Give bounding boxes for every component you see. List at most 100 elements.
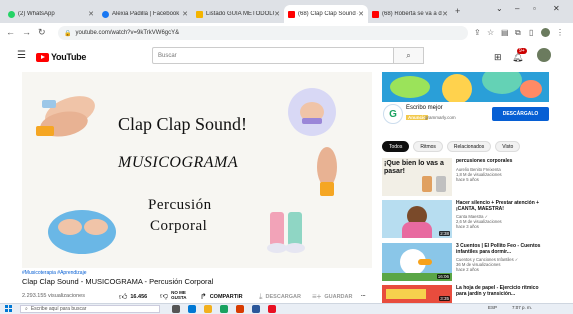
recommended-title: Hacer silencio + Prestar atención + ¡CAN… <box>456 200 540 212</box>
tab-label: (68) Clap Clap Sound - Mú... <box>298 11 358 17</box>
slide-line-3: Percusión <box>148 197 212 213</box>
more-actions-button[interactable]: ... <box>361 292 366 298</box>
windows-taskbar: ⌕ Escribe aquí para buscar ESP 7:07 p. m… <box>0 303 573 314</box>
save-label: GUARDAR <box>324 293 353 300</box>
clapping-hands-icon <box>36 96 95 137</box>
youtube-logo-text: YouTube <box>51 52 87 62</box>
puzzle-icon[interactable]: ⧉ <box>515 28 521 38</box>
youtube-icon <box>288 10 295 18</box>
recommended-video[interactable]: 3:35 La hoja de papel - Ejercicio rítmic… <box>382 285 549 303</box>
stomping-feet-icon <box>267 212 305 253</box>
app-icon[interactable] <box>268 305 276 313</box>
recommended-video[interactable]: 16:06 3 Cuentos | El Pollito Feo - Cuent… <box>382 243 549 281</box>
download-button[interactable]: ⤓ DESCARGAR <box>259 292 301 302</box>
clock[interactable]: 7:07 p. m. <box>512 305 532 310</box>
video-duration: 2:38 <box>439 231 450 236</box>
search-button[interactable]: ⌕ <box>394 47 424 64</box>
recommended-video[interactable]: ¡Que bien lo vas a pasar! percusiones co… <box>382 158 549 196</box>
video-thumbnail: 16:06 <box>382 243 452 281</box>
chip-related[interactable]: Relacionados <box>446 141 492 152</box>
share-page-icon[interactable]: ⇪ <box>474 28 481 37</box>
browser-tab[interactable]: Alexia Padilla | Facebook ✕ <box>98 5 192 23</box>
ad-url: grammarly.com <box>425 115 456 120</box>
language-indicator[interactable]: ESP <box>488 305 497 310</box>
youtube-play-icon <box>36 52 49 62</box>
ad-info: G Escribo mejor Anuncio grammarly.com DE… <box>382 104 549 128</box>
video-frame: Clap Clap Sound! MUSICOGRAMA Percusión C… <box>22 72 372 268</box>
task-view-icon[interactable] <box>172 305 180 313</box>
thumbs-down-icon: 👎︎ <box>160 290 169 300</box>
recommended-title: La hoja de papel - Ejercicio rítmico par… <box>456 285 539 297</box>
address-bar[interactable]: 🔒 youtube.com/watch?v=9kTrkVW6gcY& <box>58 26 468 40</box>
save-button[interactable]: ≡+ GUARDAR <box>312 292 352 301</box>
notification-badge: 9+ <box>517 48 527 54</box>
close-tab-icon[interactable]: ✕ <box>88 10 94 18</box>
like-button[interactable]: 👍︎ 16.456 <box>119 292 147 302</box>
browser-tab[interactable]: (2) WhatsApp ✕ <box>4 5 98 23</box>
browser-tab-active[interactable]: (68) Clap Clap Sound - Mú... ✕ <box>284 5 368 23</box>
video-hashtags[interactable]: #Musicoterapia #Aprendizaje <box>22 270 86 276</box>
youtube-header: ☰ YouTube Buscar ⌕ ⊞ 🔔︎ 9+ <box>0 43 573 70</box>
video-title: Clap Clap Sound - MUSICOGRAMA - Percusió… <box>22 277 214 286</box>
close-tab-icon[interactable]: ✕ <box>182 10 188 18</box>
forward-icon[interactable]: → <box>22 27 31 37</box>
search-icon: ⌕ <box>25 306 28 312</box>
video-player[interactable]: Clap Clap Sound! MUSICOGRAMA Percusión C… <box>22 72 372 268</box>
profile-avatar-icon[interactable] <box>541 28 550 37</box>
search-input[interactable]: Buscar <box>152 47 394 64</box>
thumbs-up-icon: 👍︎ <box>119 292 128 301</box>
browser-tab[interactable]: Listado GUIA METODOLÓ... ✕ <box>192 5 284 23</box>
hamburger-menu-icon[interactable]: ☰ <box>17 50 26 61</box>
search-icon: ⌕ <box>406 50 411 60</box>
create-video-icon[interactable]: ⊞ <box>494 52 502 63</box>
ad-cta-button[interactable]: DESCÁRGALO <box>492 107 549 121</box>
taskbar-search-input[interactable]: ⌕ Escribe aquí para buscar <box>20 305 160 313</box>
new-tab-button[interactable]: + <box>455 6 460 16</box>
video-age: hace 5 años <box>456 177 479 182</box>
recommended-title: percusiones corporales <box>456 158 513 164</box>
recommended-video[interactable]: 2:38 Hacer silencio + Prestar atención +… <box>382 200 549 238</box>
thumbnail-text: ¡Que bien lo vas a pasar! <box>384 160 444 175</box>
download-label: DESCARGAR <box>265 294 301 300</box>
powerpoint-icon[interactable] <box>236 305 244 313</box>
share-label: COMPARTIR <box>209 293 243 300</box>
back-icon[interactable]: ← <box>6 27 15 37</box>
maximize-icon[interactable]: ▫ <box>533 4 536 13</box>
browser-menu-icon[interactable]: ⋮ <box>556 28 564 37</box>
ad-banner-image[interactable] <box>382 72 549 102</box>
account-avatar[interactable] <box>537 48 551 62</box>
browser-tab[interactable]: (68) Roberta se va a dorm... ✕ <box>368 5 452 23</box>
windows-start-icon[interactable] <box>5 305 12 312</box>
browser-tab-strip: (2) WhatsApp ✕ Alexia Padilla | Facebook… <box>0 0 573 23</box>
close-tab-icon[interactable]: ✕ <box>358 10 364 18</box>
youtube-logo[interactable]: YouTube <box>36 52 86 62</box>
video-age: hace 2 años <box>456 267 479 272</box>
ad-title[interactable]: Escribo mejor <box>406 105 443 111</box>
chip-rhythms[interactable]: Ritmos <box>413 141 443 152</box>
tab-label: Alexia Padilla | Facebook <box>112 11 180 17</box>
tab-label: Listado GUIA METODOLÓ... <box>206 11 274 17</box>
facebook-icon <box>102 10 109 18</box>
dislike-label: NO ME GUSTA <box>171 290 187 300</box>
close-tab-icon[interactable]: ✕ <box>442 10 448 18</box>
video-duration: 16:06 <box>436 274 450 279</box>
tab-search-icon[interactable]: ⌄ <box>496 4 503 13</box>
grammarly-logo-icon: G <box>383 104 403 124</box>
lock-icon: 🔒 <box>64 30 72 37</box>
reload-icon[interactable]: ↻ <box>38 27 46 38</box>
dislike-button[interactable]: 👎︎ NO ME GUSTA <box>160 290 193 300</box>
video-thumbnail: 3:35 <box>382 285 452 303</box>
share-button[interactable]: ↱ COMPARTIR <box>200 292 243 301</box>
word-icon[interactable] <box>252 305 260 313</box>
chip-all[interactable]: Todos <box>382 141 410 152</box>
extension-icon[interactable]: ▤ <box>501 28 509 37</box>
bookmark-star-icon[interactable]: ☆ <box>487 28 494 37</box>
close-tab-icon[interactable]: ✕ <box>274 10 280 18</box>
chip-watched[interactable]: Visto <box>495 141 521 152</box>
minimize-icon[interactable]: – <box>515 4 519 13</box>
close-window-icon[interactable]: ✕ <box>553 4 560 13</box>
chrome-icon[interactable] <box>220 305 228 313</box>
file-explorer-icon[interactable] <box>204 305 212 313</box>
sidepanel-icon[interactable]: ▯ <box>529 28 533 37</box>
edge-icon[interactable] <box>188 305 196 313</box>
